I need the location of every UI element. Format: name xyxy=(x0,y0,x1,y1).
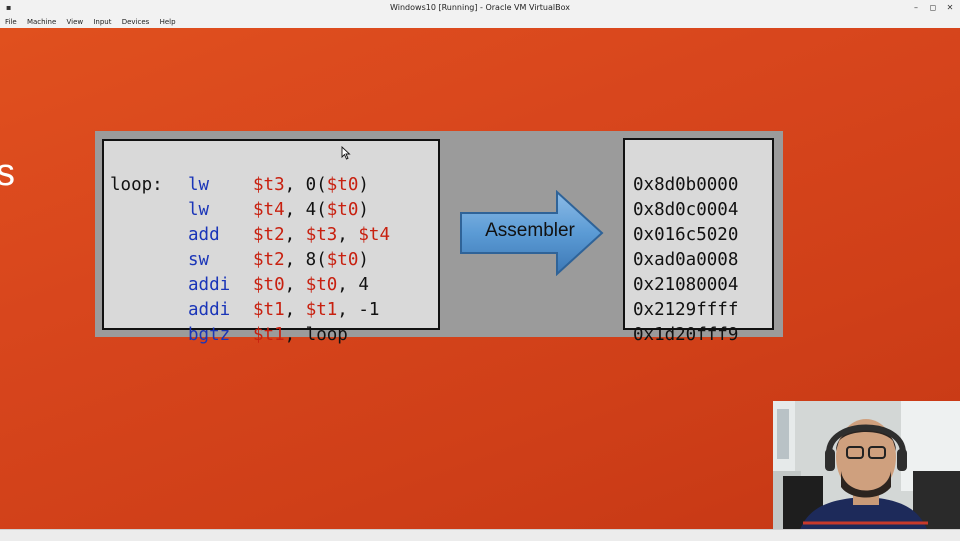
window-titlebar: ▪ Windows10 [Running] - Oracle VM Virtua… xyxy=(0,0,960,17)
machine-code-line: 0x016c5020 xyxy=(633,225,739,245)
asm-register: $t4 xyxy=(253,200,285,220)
asm-register: $t4 xyxy=(358,225,390,245)
menu-bar: File Machine View Input Devices Help xyxy=(0,16,960,28)
asm-text: , 4 xyxy=(337,275,369,295)
asm-text: , xyxy=(284,275,306,295)
asm-register: $t0 xyxy=(305,275,338,295)
machine-code-line: 0x2129ffff xyxy=(633,300,739,320)
asm-text: , xyxy=(284,300,306,320)
asm-text: ) xyxy=(358,250,369,270)
asm-text: ) xyxy=(358,200,369,220)
asm-text: ) xyxy=(358,175,369,195)
close-button[interactable]: ✕ xyxy=(943,1,957,14)
asm-opcode: lw xyxy=(188,175,210,195)
webcam-presenter-image xyxy=(773,401,960,540)
asm-label: loop: xyxy=(110,175,163,195)
asm-register: $t2 xyxy=(253,250,285,270)
slide-title-fragment: s xyxy=(0,152,15,194)
asm-text: , xyxy=(337,225,359,245)
asm-operands: $t1, loop xyxy=(253,323,348,347)
asm-operands: $t1, $t1, -1 xyxy=(253,298,379,322)
asm-text: , 8( xyxy=(284,250,327,270)
menu-file[interactable]: File xyxy=(0,16,21,27)
asm-register: $t0 xyxy=(326,250,359,270)
menu-help[interactable]: Help xyxy=(156,16,180,27)
asm-opcode: add xyxy=(188,225,220,245)
asm-register: $t1 xyxy=(253,300,285,320)
assembler-label: Assembler xyxy=(485,220,575,241)
machine-code-line: 0xad0a0008 xyxy=(633,250,739,270)
asm-text: , 0( xyxy=(284,175,327,195)
asm-text: , 4( xyxy=(284,200,327,220)
asm-register: $t3 xyxy=(253,175,285,195)
asm-operands: $t2, 8($t0) xyxy=(253,248,369,272)
asm-register: $t0 xyxy=(326,175,359,195)
asm-register: $t3 xyxy=(305,225,338,245)
asm-register: $t0 xyxy=(326,200,359,220)
machine-code-line: 0x8d0b0000 xyxy=(633,175,739,195)
asm-register: $t1 xyxy=(305,300,338,320)
asm-register: $t1 xyxy=(253,325,285,345)
asm-opcode: addi xyxy=(188,275,231,295)
menu-devices[interactable]: Devices xyxy=(118,16,154,27)
menu-machine[interactable]: Machine xyxy=(23,16,60,27)
maximize-button[interactable]: ◻ xyxy=(926,1,940,14)
asm-operands: $t3, 0($t0) xyxy=(253,173,369,197)
asm-operands: $t4, 4($t0) xyxy=(253,198,369,222)
minimize-button[interactable]: – xyxy=(909,1,923,14)
asm-opcode: addi xyxy=(188,300,231,320)
asm-opcode: bgtz xyxy=(188,325,231,345)
asm-register: $t0 xyxy=(253,275,285,295)
asm-opcode: sw xyxy=(188,250,210,270)
menu-input[interactable]: Input xyxy=(89,16,115,27)
machine-code-line: 0x8d0c0004 xyxy=(633,200,739,220)
machine-code-line: 0x1d20fff9 xyxy=(633,325,739,345)
asm-text: , xyxy=(284,225,306,245)
menu-view[interactable]: View xyxy=(63,16,88,27)
window-title: Windows10 [Running] - Oracle VM VirtualB… xyxy=(390,3,570,12)
asm-operands: $t2, $t3, $t4 xyxy=(253,223,390,247)
status-bar xyxy=(0,529,960,541)
asm-opcode: lw xyxy=(188,200,210,220)
asm-operands: $t0, $t0, 4 xyxy=(253,273,369,297)
asm-text: , loop xyxy=(284,325,348,345)
asm-text: , -1 xyxy=(337,300,380,320)
machine-code-line: 0x21080004 xyxy=(633,275,739,295)
asm-register: $t2 xyxy=(253,225,285,245)
mouse-cursor-icon xyxy=(341,146,351,160)
